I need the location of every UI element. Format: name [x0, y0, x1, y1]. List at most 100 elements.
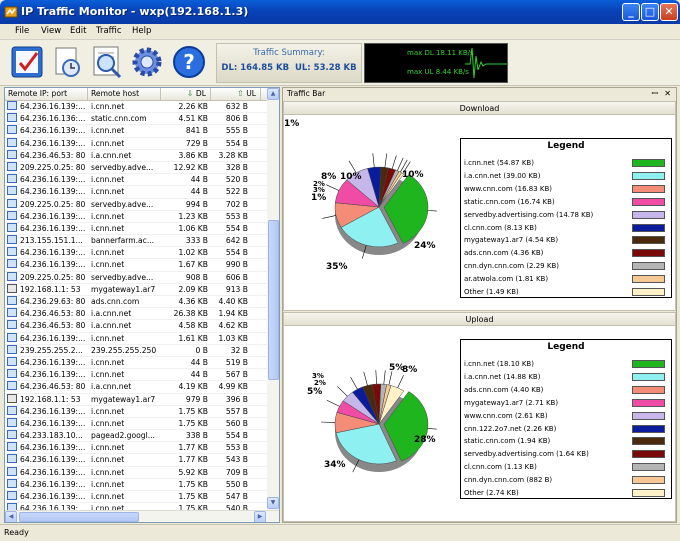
cell-remote-ip: 209.225.0.25: 80	[20, 199, 86, 209]
cell-dl: 729 B	[185, 138, 208, 148]
table-row[interactable]: 64.236.16.139:... i.cnn.net 729 B 554 B	[5, 137, 267, 150]
table-row[interactable]: 64.236.16.139:... i.cnn.net 1.67 KB 990 B	[5, 259, 267, 272]
table-row[interactable]: 64.236.16.139:... i.cnn.net 1.77 KB 543 B	[5, 454, 267, 467]
pin-icon[interactable]: ꟷ	[651, 88, 658, 100]
table-row[interactable]: 64.236.16.139:... i.cnn.net 1.02 KB 554 B	[5, 247, 267, 260]
table-row[interactable]: 64.233.183.10... pagead2.googl... 338 B 554…	[5, 430, 267, 443]
cell-remote-ip: 192.168.1.1: 53	[20, 284, 81, 294]
cell-remote-ip: 64.236.16.139:...	[20, 187, 86, 197]
table-row[interactable]: 64.236.16.139:... i.cnn.net 44 B 520 B	[5, 174, 267, 187]
legend-item: cnn.122.2o7.net (2.26 KB)	[464, 424, 557, 433]
summary-totals: DL: 164.85 KB UL: 53.28 KB	[217, 63, 361, 73]
cell-dl: 26.38 KB	[173, 309, 208, 319]
horizontal-scroll-thumb[interactable]	[19, 512, 139, 522]
table-row[interactable]: 64.236.16.139:... i.cnn.net 44 B 519 B	[5, 356, 267, 370]
column-remote-ip[interactable]: Remote IP: port	[5, 88, 88, 100]
window-title: IP Traffic Monitor - wxp(192.168.1.3)	[21, 5, 249, 18]
table-row[interactable]: 192.168.1.1: 53 mygateway1.ar7 979 B 396 B	[5, 393, 267, 406]
table-row[interactable]: 209.225.0.25: 80 servedby.adve... 994 B 702…	[5, 198, 267, 211]
help-icon[interactable]: ?	[170, 43, 208, 81]
arrow-up-icon: ⇧	[237, 89, 244, 98]
connection-icon	[7, 405, 17, 415]
table-row[interactable]: 64.236.16.139:... i.cnn.net 1.75 KB 550 B	[5, 478, 267, 491]
cell-ul: 990 B	[225, 260, 248, 270]
checklist-icon[interactable]	[9, 43, 47, 81]
table-row[interactable]: 239.255.255.2... 239.255.255.250 0 B 32 B	[5, 344, 267, 357]
cell-dl: 979 B	[185, 394, 208, 404]
cell-ul: 396 B	[225, 394, 248, 404]
cell-ul: 557 B	[225, 406, 248, 416]
table-row[interactable]: 64.236.16.136:... static.cnn.com 4.51 KB 80…	[5, 113, 267, 126]
table-row[interactable]: 64.236.16.139:... i.cnn.net 1.75 KB 557 B	[5, 405, 267, 418]
connection-icon	[7, 186, 17, 196]
column-ul[interactable]: ⇧ UL	[211, 88, 261, 100]
connection-icon	[7, 332, 17, 342]
cell-ul: 913 B	[225, 284, 248, 294]
cell-remote-host: i.cnn.net	[91, 467, 125, 477]
table-row[interactable]: 64.236.46.53: 80 i.a.cnn.net 4.19 KB 4.99 K…	[5, 381, 267, 394]
table-row[interactable]: 64.236.16.139:... i.cnn.net 1.77 KB 553 B	[5, 442, 267, 455]
table-row[interactable]: 64.236.46.53: 80 i.a.cnn.net 26.38 KB 1.94 …	[5, 308, 267, 321]
table-row[interactable]: 64.236.16.139:... i.cnn.net 5.92 KB 709 B	[5, 466, 267, 479]
cell-remote-ip: 64.236.46.53: 80	[20, 309, 86, 319]
status-bar: Ready	[0, 524, 680, 541]
scroll-up-button[interactable]: ▲	[267, 88, 279, 100]
table-row[interactable]: 64.236.16.139:... i.cnn.net 1.75 KB 560 B	[5, 417, 267, 431]
menu-bar: File View Edit Traffic Help	[0, 24, 680, 40]
table-row[interactable]: 64.236.16.139:... i.cnn.net 44 B 522 B	[5, 186, 267, 199]
table-row[interactable]: 64.236.16.139:... i.cnn.net 1.23 KB 553 B	[5, 210, 267, 223]
cell-remote-ip: 64.236.16.139:...	[20, 175, 86, 185]
maximize-button[interactable]: □	[641, 3, 659, 21]
cell-ul: 553 B	[225, 443, 248, 453]
scroll-down-button[interactable]: ▼	[267, 497, 279, 509]
table-row[interactable]: 64.236.16.139:... i.cnn.net 1.06 KB 554 B	[5, 222, 267, 236]
cell-dl: 994 B	[185, 199, 208, 209]
upload-pie-label: 5%	[307, 387, 323, 397]
cell-remote-ip: 64.236.16.139:...	[20, 260, 86, 270]
table-row[interactable]: 64.236.46.53: 80 i.a.cnn.net 4.58 KB 4.62 K…	[5, 320, 267, 333]
table-row[interactable]: 64.236.46.53: 80 i.a.cnn.net 3.86 KB 3.28 K…	[5, 149, 267, 162]
cell-remote-host: i.cnn.net	[91, 126, 125, 136]
table-row[interactable]: 64.236.16.139:... i.cnn.net 44 B 567 B	[5, 369, 267, 382]
clock-document-icon[interactable]	[48, 43, 86, 81]
connection-icon	[7, 466, 17, 476]
table-row[interactable]: 64.236.16.139:... i.cnn.net 1.75 KB 547 B	[5, 491, 267, 504]
scroll-left-button[interactable]: ◀	[5, 511, 17, 522]
table-header: Remote IP: port Remote host ⇩ DL ⇧ UL	[5, 88, 267, 101]
table-row[interactable]: 192.168.1.1: 53 mygateway1.ar7 2.09 KB 913 …	[5, 283, 267, 296]
table-row[interactable]: 64.236.16.139:... i.cnn.net 2.26 KB 632 B	[5, 101, 267, 114]
menu-traffic[interactable]: Traffic	[96, 26, 122, 36]
cell-dl: 44 B	[190, 187, 208, 197]
column-dl[interactable]: ⇩ DL	[161, 88, 211, 100]
minimize-button[interactable]: _	[622, 3, 640, 21]
table-row[interactable]: 64.236.16.139:... i.cnn.net 841 B 555 B	[5, 125, 267, 138]
connection-icon	[7, 149, 17, 159]
gear-icon[interactable]	[128, 43, 166, 81]
table-row[interactable]: 209.225.0.25: 80 servedby.adve... 908 B 606…	[5, 271, 267, 284]
column-remote-host[interactable]: Remote host	[88, 88, 161, 100]
vertical-scroll-thumb[interactable]	[268, 220, 279, 380]
table-row[interactable]: 64.236.29.63: 80 ads.cnn.com 4.36 KB 4.40 K…	[5, 296, 267, 309]
table-row[interactable]: 209.225.0.25: 80 servedby.adve... 12.92 KB…	[5, 161, 267, 175]
arrow-down-icon: ⇩	[187, 89, 194, 98]
legend-item: i.cnn.net (18.10 KB)	[464, 360, 534, 368]
table-row[interactable]: 213.155.151.1... bannerfarm.ac... 333 B 642…	[5, 235, 267, 248]
menu-help[interactable]: Help	[132, 26, 151, 36]
close-button[interactable]: ✕	[660, 3, 678, 21]
cell-ul: 543 B	[225, 455, 248, 465]
panel-close-icon[interactable]: ✕	[664, 88, 671, 100]
connection-icon	[7, 478, 17, 488]
menu-view[interactable]: View	[41, 26, 61, 36]
upload-legend: Legend i.cnn.net (18.10 KB) i.a.cnn.net (…	[460, 339, 672, 499]
connection-icon	[7, 381, 17, 391]
cell-dl: 1.75 KB	[178, 492, 208, 501]
menu-file[interactable]: File	[15, 26, 29, 36]
search-document-icon[interactable]	[88, 43, 126, 81]
connection-icon	[7, 417, 17, 427]
connection-icon	[7, 125, 17, 135]
menu-edit[interactable]: Edit	[70, 26, 86, 36]
cell-ul: 328 B	[225, 162, 248, 172]
table-row[interactable]: 64.236.16.139:... i.cnn.net 1.61 KB 1.03 KB	[5, 332, 267, 345]
scroll-right-button[interactable]: ▶	[254, 511, 266, 522]
cell-remote-ip: 64.236.29.63: 80	[20, 297, 86, 306]
